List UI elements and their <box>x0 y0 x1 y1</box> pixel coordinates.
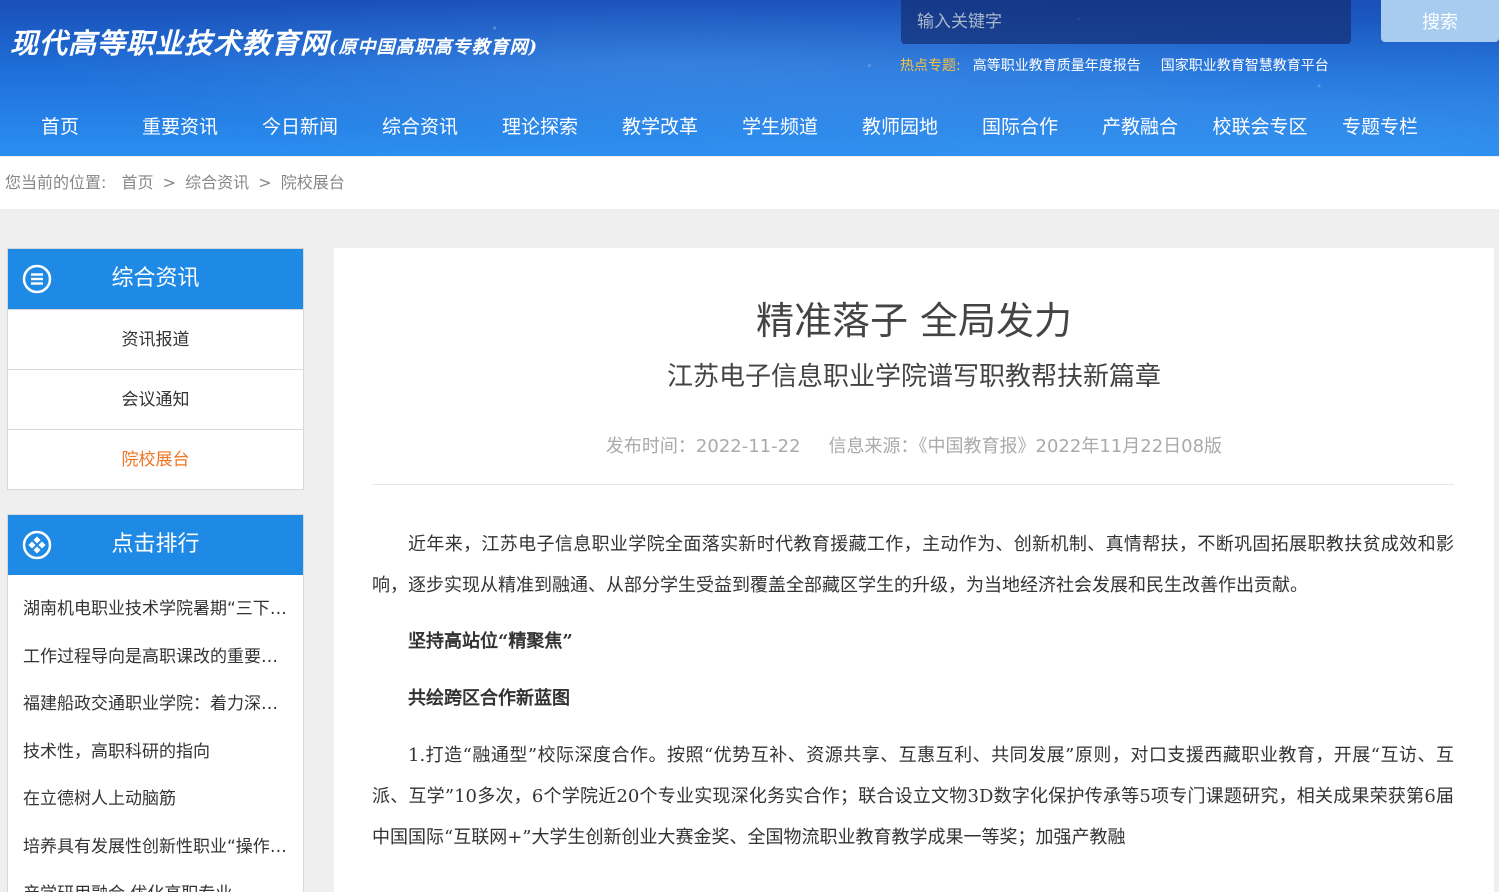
ranking-list-item[interactable]: 福建船政交通职业学院：着力深化改革 <box>8 681 303 729</box>
article-panel: 精准落子 全局发力 江苏电子信息职业学院谱写职教帮扶新篇章 发布时间：2022-… <box>334 248 1494 892</box>
hot-topics-label: 热点专题: <box>900 58 961 74</box>
nav-teaching-reform[interactable]: 教学改革 <box>600 108 720 146</box>
breadcrumb-separator: > <box>162 173 177 192</box>
article-section-heading: 共绘跨区合作新蓝图 <box>408 688 570 709</box>
article-meta: 发布时间：2022-11-22 信息来源：《中国教育报》2022年11月22日08… <box>334 432 1494 458</box>
breadcrumb-current[interactable]: 院校展台 <box>281 173 345 192</box>
hot-link-quality-report[interactable]: 高等职业教育质量年度报告 <box>973 58 1141 74</box>
hot-link-smart-platform[interactable]: 国家职业教育智慧教育平台 <box>1161 58 1329 74</box>
ranking-list-item[interactable]: 在立德树人上动脑筋 <box>8 776 303 824</box>
nav-teachers[interactable]: 教师园地 <box>840 108 960 146</box>
ranking-list-item[interactable]: 湖南机电职业技术学院暑期“三下乡” <box>8 586 303 634</box>
article-section-heading: 坚持高站位“精聚焦” <box>408 631 573 652</box>
breadcrumb: 您当前的位置: 首页 > 综合资讯 > 院校展台 <box>0 157 1499 209</box>
nav-alliance[interactable]: 校联会专区 <box>1200 108 1320 146</box>
breadcrumb-general-news[interactable]: 综合资讯 <box>185 173 249 192</box>
publish-date: 发布时间：2022-11-22 <box>605 436 801 457</box>
site-header: 现代高等职业技术教育网(原中国高职高专教育网) 搜索 热点专题: 高等职业教育质量… <box>0 0 1499 156</box>
article-body: 近年来，江苏电子信息职业学院全面落实新时代教育援藏工作，主动作为、创新机制、真情… <box>372 524 1454 858</box>
ranking-title: 点击排行 <box>111 532 200 557</box>
logo-main-text: 现代高等职业技术教育网 <box>10 27 330 60</box>
sidebar-item-news-reports[interactable]: 资讯报道 <box>8 309 303 369</box>
article-paragraph: 近年来，江苏电子信息职业学院全面落实新时代教育援藏工作，主动作为、创新机制、真情… <box>372 534 1454 596</box>
menu-list-icon <box>22 264 52 294</box>
hot-topics: 热点专题: 高等职业教育质量年度报告 国家职业教育智慧教育平台 <box>900 55 1329 75</box>
nav-today-news[interactable]: 今日新闻 <box>240 108 360 146</box>
article-source: 信息来源：《中国教育报》2022年11月22日08版 <box>828 436 1223 457</box>
nav-general-news[interactable]: 综合资讯 <box>360 108 480 146</box>
site-logo[interactable]: 现代高等职业技术教育网(原中国高职高专教育网) <box>10 22 538 62</box>
category-header: 综合资讯 <box>8 249 303 309</box>
ranking-list-item[interactable]: 工作过程导向是高职课改的重要方向 <box>8 634 303 682</box>
sidebar-item-meeting-notices[interactable]: 会议通知 <box>8 369 303 429</box>
nav-home[interactable]: 首页 <box>0 108 120 146</box>
search-input[interactable] <box>901 0 1351 44</box>
article-subtitle: 江苏电子信息职业学院谱写职教帮扶新篇章 <box>666 362 1161 392</box>
nav-international[interactable]: 国际合作 <box>960 108 1080 146</box>
diamond-grid-icon <box>22 530 52 560</box>
breadcrumb-prefix: 您当前的位置: <box>5 173 107 192</box>
breadcrumb-separator: > <box>258 173 272 192</box>
breadcrumb-home[interactable]: 首页 <box>122 173 154 192</box>
ranking-list-item[interactable]: 产学研用融合 优化高职专业 <box>8 871 303 892</box>
nav-theory[interactable]: 理论探索 <box>480 108 600 146</box>
sidebar-item-school-showcase[interactable]: 院校展台 <box>8 429 303 489</box>
ranking-panel: 点击排行 湖南机电职业技术学院暑期“三下乡” 工作过程导向是高职课改的重要方向 … <box>7 514 304 892</box>
search-button[interactable]: 搜索 <box>1381 0 1499 42</box>
article-paragraph: 1.打造“融通型”校际深度合作。按照“优势互补、资源共享、互惠互利、共同发展”原… <box>372 745 1454 848</box>
nav-industry-education[interactable]: 产教融合 <box>1080 108 1200 146</box>
nav-important-news[interactable]: 重要资讯 <box>120 108 240 146</box>
article-title: 精准落子 全局发力 <box>755 299 1073 343</box>
nav-special-topics[interactable]: 专题专栏 <box>1320 108 1440 146</box>
main-nav: 首页 重要资讯 今日新闻 综合资讯 理论探索 教学改革 学生频道 教师园地 国际… <box>0 108 1499 146</box>
ranking-header: 点击排行 <box>8 515 303 575</box>
category-panel: 综合资讯 资讯报道 会议通知 院校展台 <box>7 248 304 490</box>
ranking-list-item[interactable]: 技术性，高职科研的指向 <box>8 729 303 777</box>
nav-students[interactable]: 学生频道 <box>720 108 840 146</box>
category-title: 综合资讯 <box>111 266 200 291</box>
ranking-list-item[interactable]: 培养具有发展性创新性职业“操作者” <box>8 824 303 872</box>
divider <box>372 484 1454 485</box>
ranking-list: 湖南机电职业技术学院暑期“三下乡” 工作过程导向是高职课改的重要方向 福建船政交… <box>8 575 303 892</box>
logo-sub-text: (原中国高职高专教育网) <box>329 37 539 58</box>
